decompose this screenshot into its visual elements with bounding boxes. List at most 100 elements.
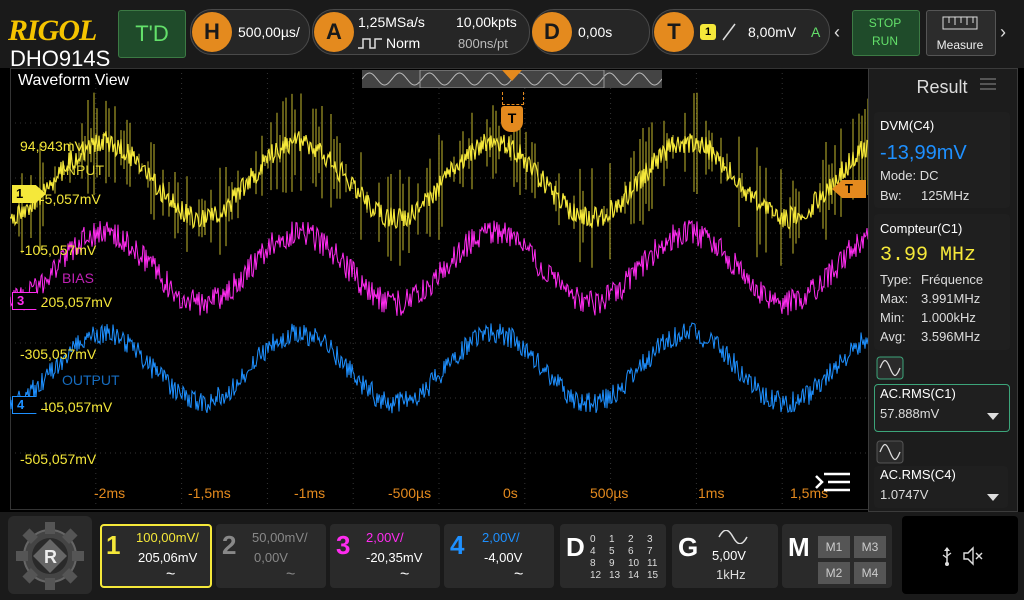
- digital-bit-label: 2: [628, 534, 634, 545]
- result-menu-icon[interactable]: [978, 76, 998, 92]
- ch4-number: 4: [450, 530, 465, 560]
- delay-value: 0,00s: [578, 24, 613, 40]
- ch1-number: 1: [106, 530, 121, 560]
- chevron-right-icon[interactable]: ›: [1000, 22, 1006, 43]
- trigger-badge: T: [654, 12, 694, 52]
- acquire-badge: A: [314, 12, 354, 52]
- acrms-ch4-value: 1.0747V: [880, 487, 929, 502]
- time-per-point: 800ns/pt: [458, 36, 508, 51]
- digital-bit-label: 9: [609, 558, 615, 569]
- ch3-name-label: BIAS: [62, 270, 94, 286]
- acrms-ch1-title: AC.RMS(C1): [880, 386, 956, 401]
- ch2-coupling: ~: [286, 566, 296, 583]
- trigger-time-marker[interactable]: T: [501, 106, 523, 132]
- ch3-offset: -20,35mV: [366, 550, 423, 565]
- digital-bit-label: 7: [647, 546, 653, 557]
- chevron-down-icon[interactable]: [986, 493, 1000, 503]
- sine-wave-icon: [718, 530, 748, 544]
- digital-bit-label: 15: [647, 570, 659, 581]
- stop-label: STOP: [868, 16, 902, 30]
- dvm-bw-value: 125MHz: [921, 188, 970, 203]
- ch3-scale: 2,00V/: [366, 530, 404, 545]
- x-tick: -1ms: [294, 485, 326, 501]
- usb-icon: [942, 547, 952, 566]
- ch3-level-label-2: -305,057mV: [20, 346, 97, 362]
- acquire-mode-icon: [358, 38, 382, 49]
- digital-bit-label: 6: [628, 546, 634, 557]
- counter-max-key: Max:: [880, 291, 909, 306]
- ruler-icon: [942, 16, 978, 30]
- trigger-delay-button[interactable]: T'D: [118, 10, 186, 58]
- ch1-name-label: INPUT: [62, 162, 104, 178]
- run-label: RUN: [872, 34, 898, 48]
- counter-min-value: 1.000kHz: [921, 310, 976, 325]
- ch1-offset: 205,06mV: [138, 550, 198, 565]
- math-m4[interactable]: M4: [854, 562, 886, 584]
- rising-edge-icon: [722, 23, 736, 41]
- x-tick: 500µs: [590, 485, 629, 501]
- acquire-mode: Norm: [386, 35, 421, 51]
- counter-avg-key: Avg:: [880, 329, 906, 344]
- svg-text:R: R: [44, 547, 57, 567]
- ch3-coupling: ~: [400, 566, 410, 583]
- ch2-number: 2: [222, 530, 237, 560]
- chevron-left-icon[interactable]: ‹: [834, 22, 840, 43]
- digital-bit-label: 5: [609, 546, 615, 557]
- ch1-scale: 100,00mV/: [136, 530, 199, 545]
- counter-type-value: Fréquence: [921, 272, 984, 287]
- ch3-level-label: -205,057mV: [36, 294, 113, 310]
- counter-min-key: Min:: [880, 310, 905, 325]
- digital-bit-label: 10: [628, 558, 640, 569]
- dvm-mode: Mode: DC: [880, 168, 939, 183]
- counter-type-key: Type:: [880, 272, 912, 287]
- digital-badge: D: [566, 532, 585, 562]
- counter-max-value: 3.991MHz: [921, 291, 981, 306]
- digital-bit-label: 4: [590, 546, 596, 557]
- ch3-number: 3: [336, 530, 351, 560]
- math-m1[interactable]: M1: [818, 536, 850, 558]
- ch4-name-label: OUTPUT: [62, 372, 120, 388]
- ch2-scale: 50,00mV/: [252, 530, 308, 545]
- menu-icon[interactable]: [814, 470, 852, 498]
- ch1-top-label: 94,943mV: [20, 138, 84, 154]
- x-tick: -1,5ms: [188, 485, 231, 501]
- digital-bit-label: 1: [609, 534, 615, 545]
- gear-logo-icon: R: [16, 522, 84, 590]
- acrms-ch1-value: 57.888mV: [880, 406, 940, 421]
- digital-bit-label: 14: [628, 570, 640, 581]
- acrms-ch4-icon: [876, 440, 904, 464]
- status-area: [902, 516, 1018, 594]
- counter-avg-value: 3.596MHz: [921, 329, 981, 344]
- ch1-coupling: ~: [166, 566, 176, 583]
- memory-depth: 10,00kpts: [456, 14, 517, 30]
- digital-bit-label: 12: [590, 570, 602, 581]
- math-m3[interactable]: M3: [854, 536, 886, 558]
- trigger-outline: [502, 92, 524, 105]
- x-tick: 0s: [503, 485, 518, 501]
- x-tick: 1ms: [698, 485, 725, 501]
- math-m2[interactable]: M2: [818, 562, 850, 584]
- dvm-bw-label: Bw:: [880, 188, 902, 203]
- rigol-logo: RIGOL: [8, 14, 97, 47]
- digital-bit-label: 13: [609, 570, 621, 581]
- horizontal-badge: H: [192, 12, 232, 52]
- acrms-ch4-title: AC.RMS(C4): [880, 467, 956, 482]
- speaker-muted-icon[interactable]: [962, 546, 986, 566]
- generator-amplitude: 5,00V: [712, 548, 746, 563]
- ch4-offset: -4,00V: [484, 550, 523, 565]
- digital-bit-label: 8: [590, 558, 596, 569]
- math-badge: M: [788, 532, 810, 562]
- generator-badge: G: [678, 532, 699, 562]
- digital-bit-label: 0: [590, 534, 596, 545]
- ch4-level-label: -405,057mV: [36, 399, 113, 415]
- sample-rate: 1,25MSa/s: [358, 14, 425, 30]
- trigger-mode-letter: A: [811, 24, 821, 40]
- counter-value: 3.99 MHz: [880, 244, 977, 267]
- chevron-down-icon[interactable]: [986, 412, 1000, 422]
- digital-bit-label: 11: [647, 558, 658, 569]
- dvm-title: DVM(C4): [880, 118, 935, 133]
- trigger-level: 8,00mV: [748, 24, 797, 40]
- ch1-level-label-2: -105,057mV: [20, 242, 97, 258]
- digital-bit-label: 3: [647, 534, 653, 545]
- ch2-offset: 0,00V: [254, 550, 288, 565]
